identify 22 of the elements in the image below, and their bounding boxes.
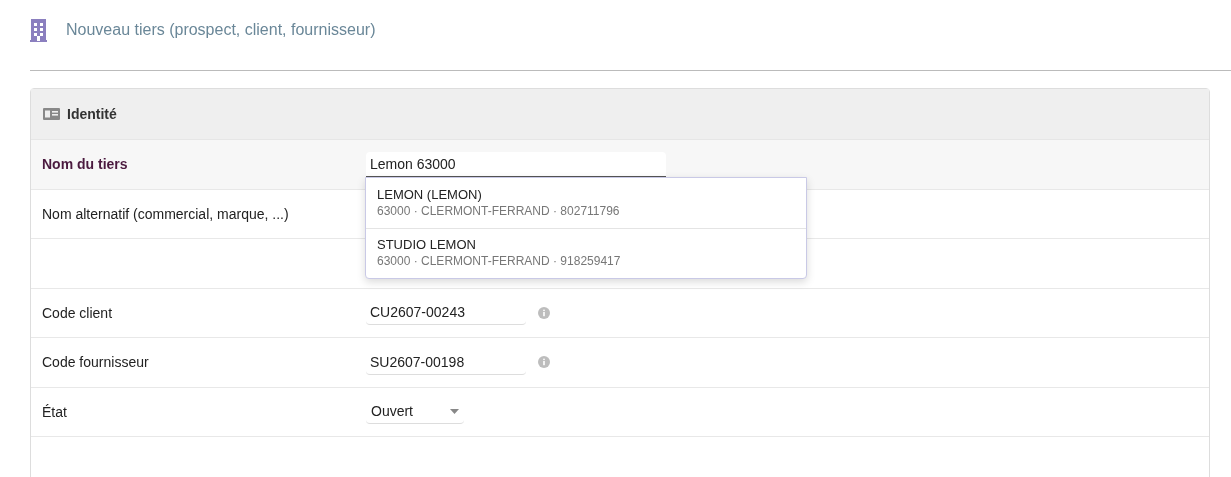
section-title: Identité [67,104,117,124]
suggestion-name: LEMON (LEMON) [377,185,483,203]
field-label: État [42,403,67,420]
suggestion-name: STUDIO LEMON [377,236,477,254]
field-label: Code fournisseur [42,354,149,371]
suggestion-detail: 63000 · CLERMONT-FERRAND · 802711796 [377,202,621,220]
state-select[interactable]: Ouvert [366,399,464,425]
field-label: Code client [42,304,113,321]
name-input-field[interactable]: Lemon 63000 [366,151,666,177]
page-title: Nouveau tiers (prospect, client, fournisseur) [66,20,376,40]
suggestion-item[interactable]: LEMON (LEMON) 63000 · CLERMONT-FERRAND · 802711796 [366,177,806,228]
info-icon [538,306,550,319]
building-icon [30,18,47,42]
field-label: Nom alternatif (commercial, marque, ...) [42,205,289,222]
suggestion-item[interactable]: STUDIO LEMON 63000 · CLERMONT-FERRAND · 918259417 [366,227,806,278]
suggestion-detail: 63000 · CLERMONT-FERRAND · 918259417 [377,253,622,271]
id-card-icon [43,108,60,120]
code-input-field[interactable]: CU2607-00243 [366,300,526,326]
code-input-field[interactable]: SU2607-00198 [366,349,526,375]
caret-icon [450,408,459,414]
info-icon [538,356,550,369]
field-label: Nom du tiers [42,156,128,173]
